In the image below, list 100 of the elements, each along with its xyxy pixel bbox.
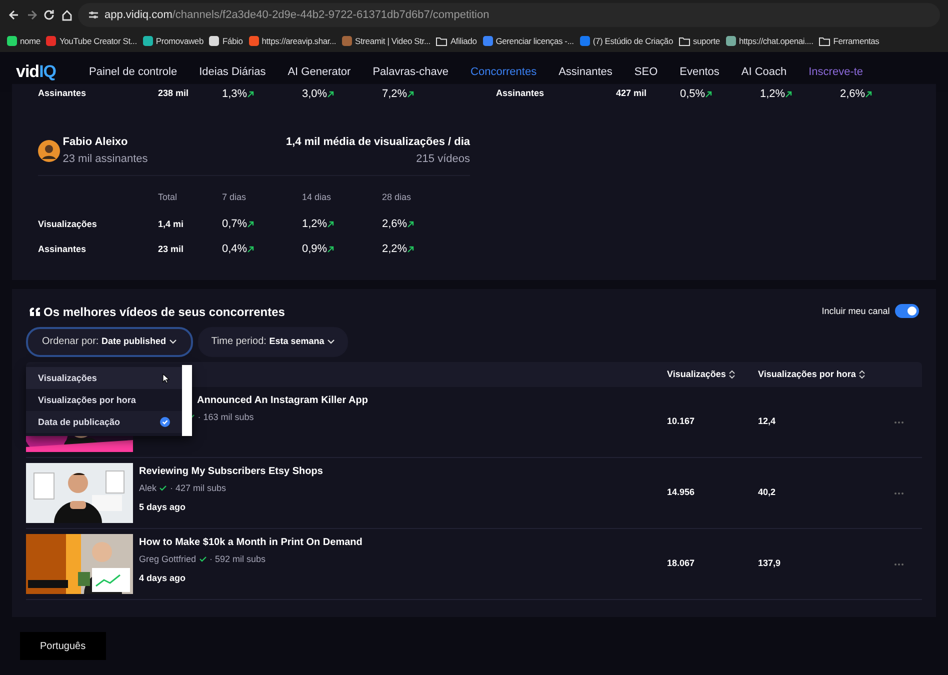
trend-up-icon (247, 221, 254, 228)
folder-icon (819, 36, 830, 46)
video-title[interactable]: Reviewing My Subscribers Etsy Shops (139, 464, 661, 478)
more-icon[interactable] (894, 492, 904, 494)
forward-icon[interactable] (26, 9, 38, 21)
stat-value: 238 mil (158, 87, 190, 100)
home-icon[interactable] (60, 9, 72, 21)
back-icon[interactable] (8, 9, 20, 21)
column-header: Total (158, 191, 178, 204)
chevron-down-icon (168, 338, 177, 344)
bookmark-link[interactable]: Promovaweb (156, 34, 204, 48)
trend-up-icon (865, 90, 872, 98)
trend-up-icon (327, 221, 334, 228)
stat-value: 0,7% (222, 217, 248, 232)
column-header: 28 dias (382, 191, 412, 204)
bookmark-link[interactable]: https://areavip.shar... (262, 34, 336, 48)
address-bar[interactable]: app.vidiq.com/channels/f2a3de40-2d9e-44b2-9722-61371db7d6b7/competition (78, 3, 940, 27)
more-icon[interactable] (894, 562, 904, 566)
stat-value: 2,6% (840, 86, 866, 102)
avatar-icon (38, 140, 60, 162)
folder-icon (678, 36, 690, 46)
video-title[interactable]: How to Make $10k a Month in Print On Demand (139, 534, 661, 550)
average-views: 1,4 mil média de visualizações / dia (286, 135, 470, 150)
verified-check-icon (198, 556, 207, 562)
section-title: Os melhores vídeos de seus concorrentes (44, 304, 285, 321)
row-label: Visualizações (38, 218, 98, 231)
column-header[interactable]: Visualizações (667, 368, 726, 382)
trend-up-icon (327, 90, 334, 98)
view-count: 14.956 (667, 486, 696, 500)
channel-link[interactable]: Alek (139, 482, 157, 495)
more-icon[interactable] (894, 420, 904, 424)
include-channel-toggle[interactable] (895, 304, 920, 318)
subscriber-count: · 163 mil subs (198, 410, 254, 424)
nav-link[interactable]: SEO (623, 64, 669, 80)
nav-link[interactable]: Concorrentes (460, 64, 548, 80)
reload-icon[interactable] (43, 9, 55, 21)
trend-up-icon (407, 221, 414, 228)
nav-link[interactable]: Painel de controle (78, 64, 188, 80)
nav-link[interactable]: AI Coach (730, 64, 798, 80)
stat-value: 1,2% (760, 86, 786, 102)
bookmark-link[interactable]: Ferramentas (833, 34, 880, 48)
column-header: 7 dias (222, 191, 248, 204)
stat-value: 2,2% (382, 242, 408, 258)
menu-item[interactable]: Data de publicação (26, 411, 182, 434)
nav-link[interactable]: Assinantes (548, 64, 624, 80)
nav-link[interactable]: Ideias Diárias (188, 64, 277, 80)
bookmark-link[interactable]: Fábio (222, 34, 243, 48)
video-age: 4 days ago (139, 572, 187, 585)
folder-icon (436, 36, 448, 46)
bookmark-link[interactable]: suporte (692, 34, 720, 48)
bookmark-link[interactable]: Gerenciar licenças -... (496, 34, 574, 48)
stat-value: 1,2% (302, 217, 328, 232)
stat-value: 3,0% (302, 86, 328, 102)
stat-value: 427 mil (616, 87, 648, 100)
row-label: Assinantes (38, 242, 88, 256)
views-per-hour: 137,9 (758, 557, 782, 570)
nav-link[interactable]: Eventos (668, 64, 730, 80)
nav-link[interactable]: Palavras-chave (362, 64, 460, 80)
video-count: 215 vídeos (415, 152, 470, 166)
scrollbar[interactable] (182, 364, 192, 436)
bookmark-link[interactable]: (7) Estúdio de Criação (592, 34, 673, 48)
column-header[interactable]: Visualizações por hora (758, 368, 856, 382)
stat-value: 0,4% (222, 242, 248, 258)
filter-dropdown[interactable]: Ordenar por: Date published (26, 326, 193, 356)
subscriber-count: 23 mil assinantes (62, 152, 148, 166)
bookmark-link[interactable]: Afiliado (450, 34, 477, 48)
stat-value: 1,3% (222, 86, 248, 102)
bookmark-link[interactable]: YouTube Creator St... (59, 34, 137, 48)
cursor-icon (162, 372, 170, 384)
channel-name[interactable]: Fabio Aleixo (62, 134, 148, 150)
logo[interactable]: vidIQ (16, 59, 56, 85)
bookmark-link[interactable]: Streamit | Video Str... (355, 34, 430, 48)
chevron-down-icon (326, 338, 335, 344)
nav-link[interactable]: Inscreve-te (798, 64, 874, 80)
stat-value: 0,9% (302, 242, 328, 258)
menu-item[interactable]: Visualizações por hora (26, 389, 182, 412)
language-button[interactable]: Português (20, 632, 106, 660)
trend-up-icon (407, 246, 414, 253)
trend-up-icon (247, 246, 254, 253)
nav-link[interactable]: AI Generator (276, 64, 362, 80)
site-settings-icon[interactable] (88, 10, 99, 20)
quote-icon (28, 307, 41, 317)
toggle-label: Incluir meu canal (822, 305, 890, 318)
bookmark-link[interactable]: nome (20, 34, 40, 48)
sort-icon[interactable] (728, 370, 735, 379)
trend-up-icon (407, 90, 414, 98)
row-label: Assinantes (496, 87, 546, 100)
bookmark-link[interactable]: https://chat.openai.... (738, 34, 814, 48)
channel-link[interactable]: Greg Gottfried (139, 552, 196, 566)
subscriber-count: · 592 mil subs (210, 552, 266, 566)
trend-up-icon (705, 90, 712, 98)
menu-item[interactable]: Visualizações (26, 367, 182, 390)
check-circle-icon (160, 417, 170, 428)
stat-value: 0,5% (680, 86, 706, 102)
views-per-hour: 12,4 (758, 415, 777, 428)
filter-dropdown[interactable]: Time period: Esta semana (198, 326, 348, 356)
stat-value: 1,4 mi (158, 218, 185, 231)
sort-icon[interactable] (858, 370, 865, 379)
verified-check-icon (159, 485, 168, 492)
column-header: 14 dias (302, 191, 332, 204)
